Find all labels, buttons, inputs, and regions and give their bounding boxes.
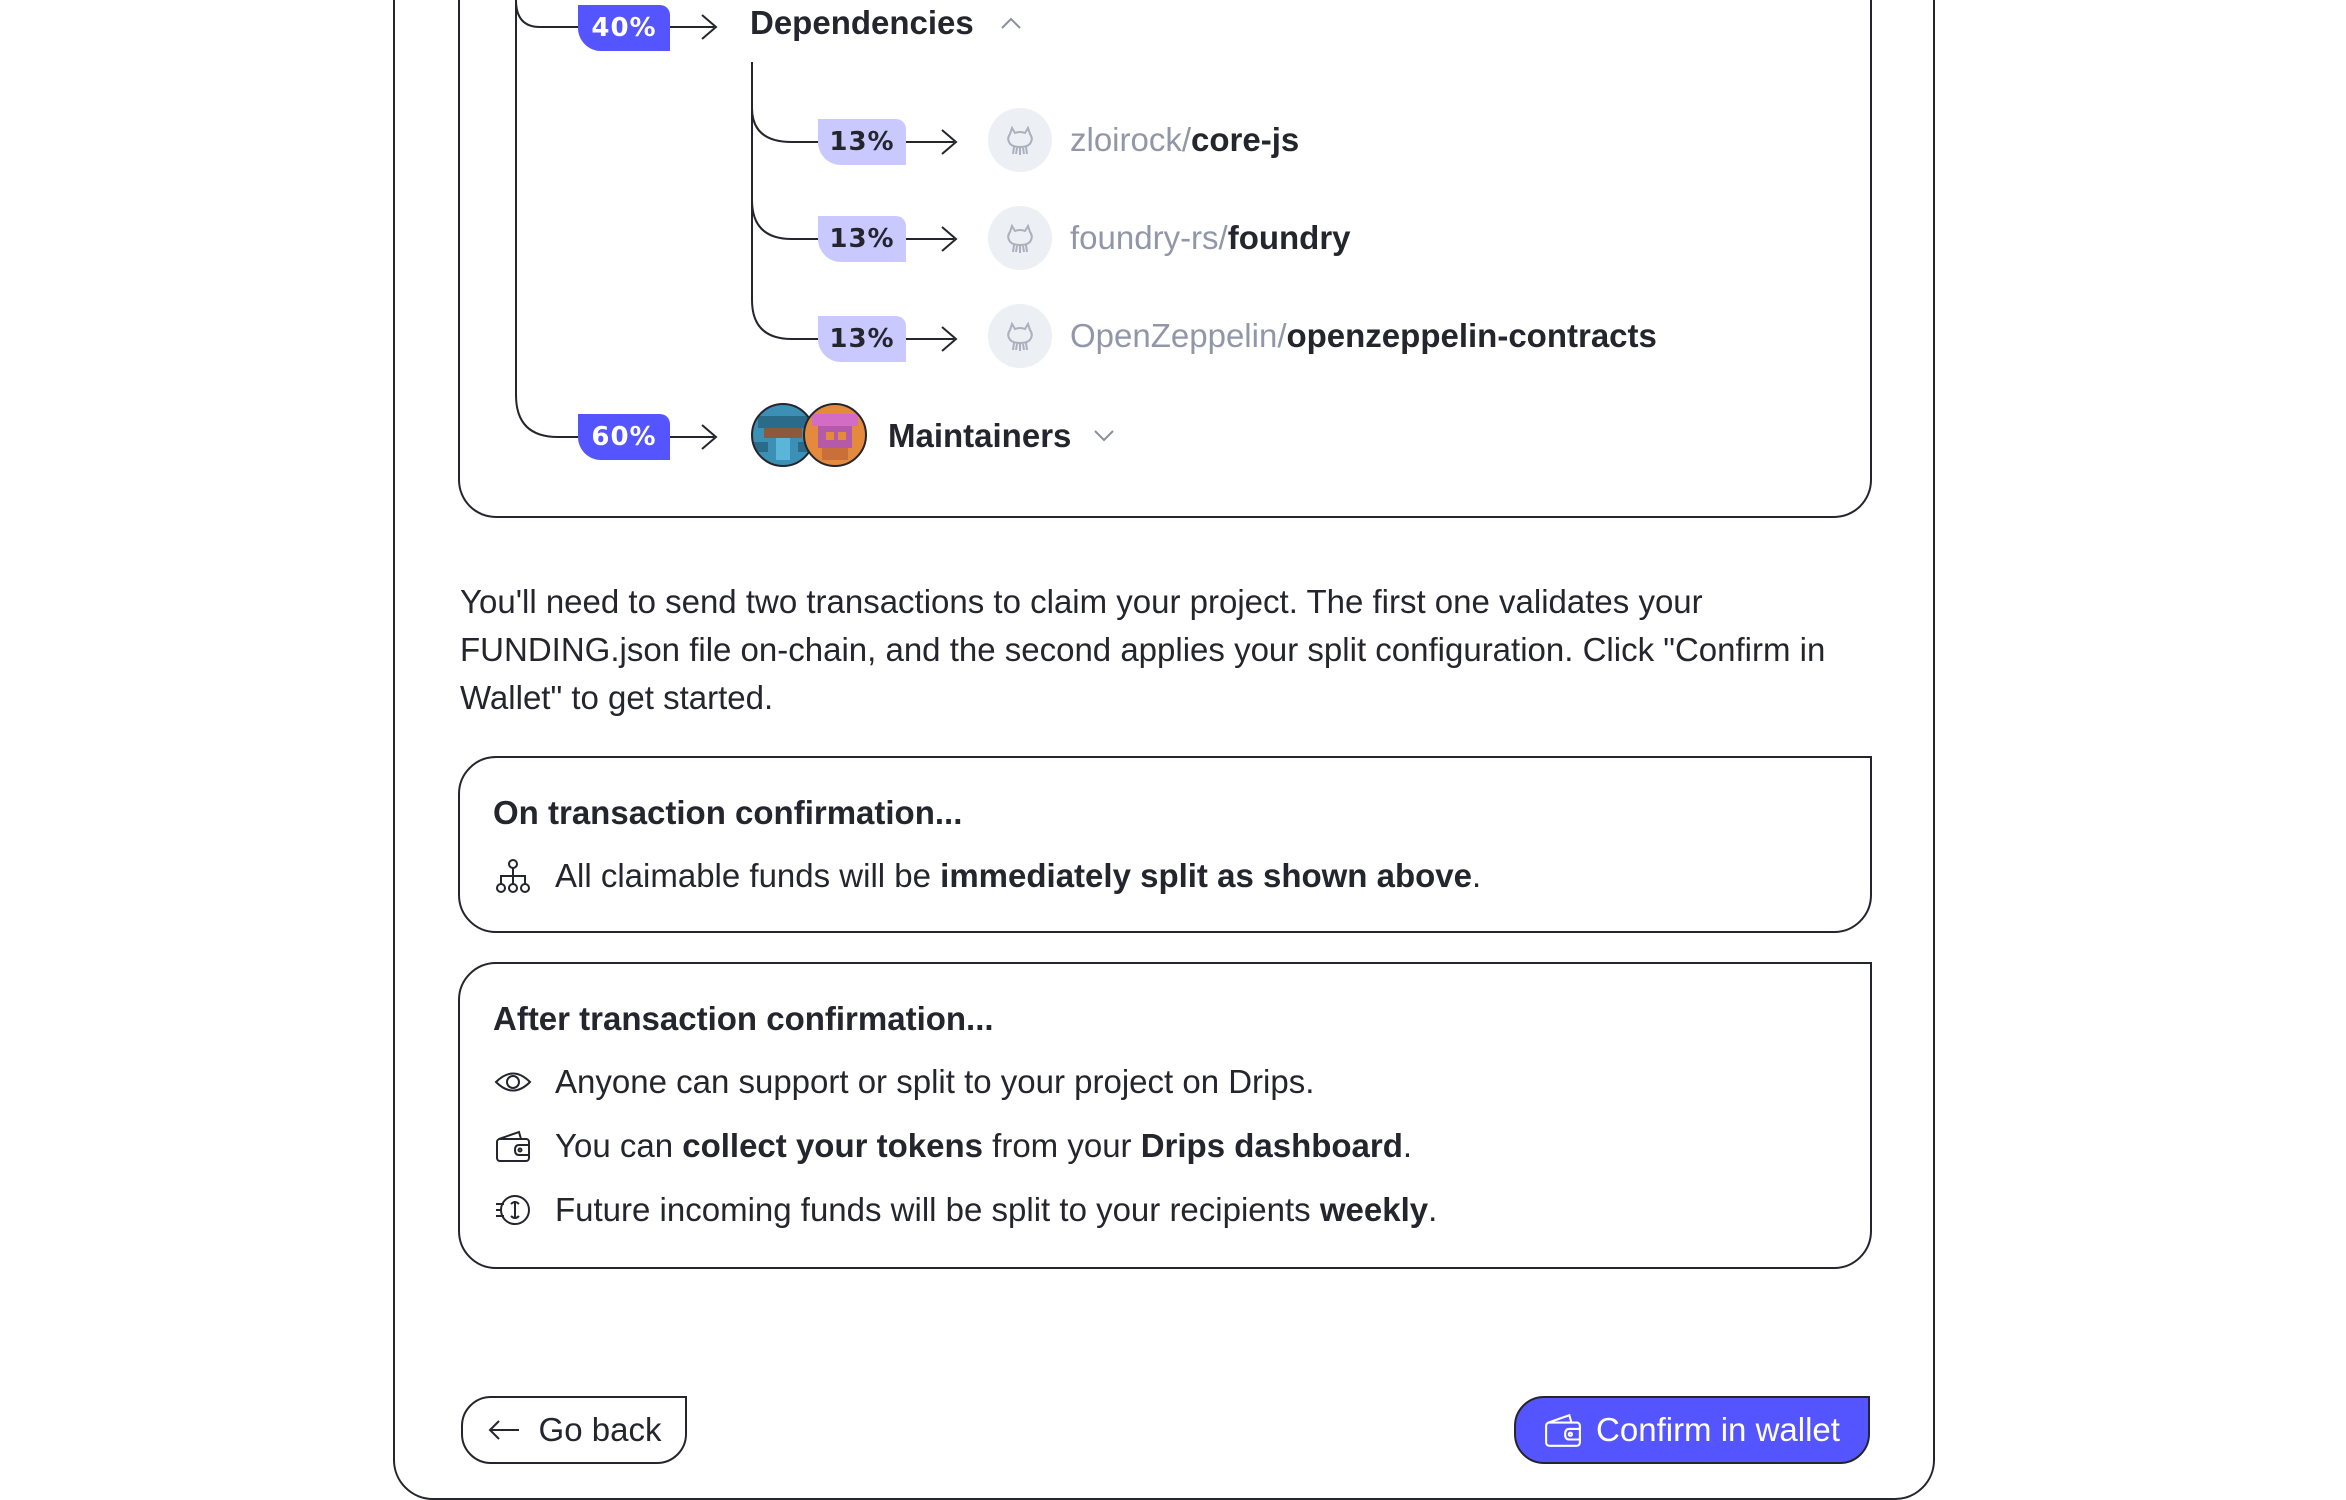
tree-connectors — [515, 0, 958, 450]
on-confirmation-row: All claimable funds will be immediately … — [493, 856, 1481, 896]
claim-instructions-text: You'll need to send two transactions to … — [460, 583, 1826, 716]
dependency-item-core-js[interactable]: zloirock/core-js — [988, 108, 1299, 172]
avatar — [803, 403, 867, 467]
confirm-in-wallet-label: Confirm in wallet — [1596, 1411, 1840, 1448]
after-confirmation-row: Future incoming funds will be split to y… — [493, 1190, 1437, 1230]
go-back-label: Go back — [538, 1411, 662, 1448]
after-confirmation-row: You can collect your tokens from your Dr… — [493, 1126, 1412, 1166]
dependency-item-openzeppelin[interactable]: OpenZeppelin/openzeppelin-contracts — [988, 304, 1657, 368]
dependency-percent-badge: 13% — [818, 316, 906, 362]
arrow-left-icon — [488, 1420, 519, 1440]
go-back-button[interactable]: Go back — [461, 1396, 687, 1464]
github-icon — [988, 206, 1052, 270]
dependencies-percent-badge: 40% — [578, 5, 670, 51]
wallet-icon — [1545, 1413, 1581, 1447]
dependency-percent-badge: 13% — [818, 119, 906, 165]
chevron-up-icon — [1001, 17, 1021, 29]
repo-name: OpenZeppelin/openzeppelin-contracts — [1070, 317, 1657, 354]
wallet-icon — [493, 1126, 533, 1166]
maintainers-toggle[interactable]: Maintainers — [750, 402, 1115, 470]
on-confirmation-box: On transaction confirmation... All claim… — [458, 756, 1872, 933]
dependencies-toggle[interactable]: Dependencies — [750, 4, 1022, 42]
on-confirmation-title: On transaction confirmation... — [493, 794, 963, 831]
repo-name: foundry-rs/foundry — [1070, 219, 1351, 256]
chevron-down-icon — [1094, 430, 1115, 442]
maintainer-avatars — [750, 402, 870, 470]
split-icon — [493, 856, 533, 896]
dependencies-label: Dependencies — [750, 4, 974, 41]
github-icon — [988, 108, 1052, 172]
after-confirmation-box: After transaction confirmation... Anyone… — [458, 962, 1872, 1269]
maintainers-label: Maintainers — [888, 417, 1072, 454]
confirm-in-wallet-button[interactable]: Confirm in wallet — [1514, 1396, 1870, 1464]
repo-name: zloirock/core-js — [1070, 121, 1300, 158]
maintainers-percent-badge: 60% — [578, 414, 670, 460]
after-confirmation-row: Anyone can support or split to your proj… — [493, 1062, 1314, 1102]
coin-stream-icon — [493, 1190, 533, 1230]
github-icon — [988, 304, 1052, 368]
eye-icon — [493, 1062, 533, 1102]
after-confirmation-title: After transaction confirmation... — [493, 1000, 994, 1037]
dependency-item-foundry[interactable]: foundry-rs/foundry — [988, 206, 1351, 270]
dependency-percent-badge: 13% — [818, 216, 906, 262]
